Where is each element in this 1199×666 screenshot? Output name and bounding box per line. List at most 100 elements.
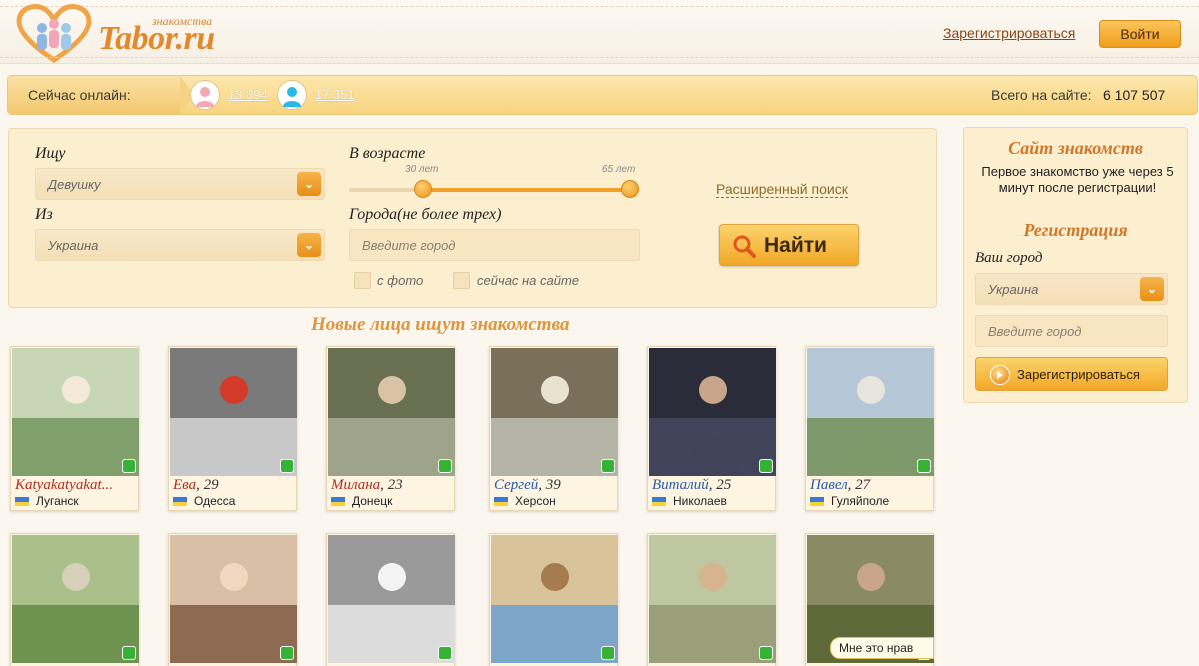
sidebar-country-value: Украина <box>988 282 1039 297</box>
profile-photo[interactable] <box>491 535 618 663</box>
sidebar-city-input[interactable] <box>975 315 1168 347</box>
sidebar-register-button[interactable]: Зарегистрироваться <box>975 357 1168 391</box>
online-status-icon <box>438 459 452 473</box>
cities-label: Города(не более трех) <box>349 206 502 223</box>
male-avatar-icon <box>277 80 307 110</box>
profile-photo[interactable] <box>491 348 618 476</box>
age-min-label: 30 лет <box>405 164 439 175</box>
registration-sidebar: Сайт знакомств Первое знакомство уже чер… <box>963 127 1188 403</box>
profile-card[interactable] <box>10 533 139 666</box>
profile-card[interactable] <box>647 533 776 666</box>
logo-heart-icon <box>16 4 92 64</box>
profile-name-text[interactable]: Милана <box>331 477 380 493</box>
new-faces-heading: Новые лица ищут знакомства <box>311 314 570 335</box>
profile-card[interactable]: Виталий, 25 Николаев <box>647 346 776 511</box>
profile-name[interactable]: Виталий, 25 <box>652 477 775 494</box>
chevron-down-icon: ⌄ <box>297 172 321 196</box>
with-photo-checkbox[interactable] <box>354 272 371 289</box>
profile-photo[interactable] <box>12 348 139 476</box>
age-label: В возрасте <box>349 145 426 162</box>
profile-name-text[interactable]: Katyakatyakat... <box>15 477 113 493</box>
seek-select-value: Девушку <box>48 177 101 192</box>
total-value: 6 107 507 <box>1103 87 1166 103</box>
profile-card[interactable]: Katyakatyakat... Луганск <box>10 346 139 511</box>
chevron-down-icon: ⌄ <box>1140 277 1164 301</box>
profile-age: , 29 <box>196 477 219 493</box>
online-now-label: сейчас на сайте <box>477 273 580 288</box>
advanced-search-link[interactable]: Расширенный поиск <box>716 181 848 198</box>
mobile-status-icon <box>601 459 615 473</box>
online-now-checkbox[interactable] <box>453 272 470 289</box>
profile-name[interactable]: Ева, 29 <box>173 477 296 494</box>
ukraine-flag-icon <box>810 497 824 506</box>
profile-name-text[interactable]: Виталий <box>652 477 709 493</box>
mobile-status-icon <box>122 646 136 660</box>
profile-name-text[interactable]: Ева <box>173 477 196 493</box>
ukraine-flag-icon <box>494 497 508 506</box>
profile-name[interactable]: Павел, 27 <box>810 477 933 494</box>
profile-card[interactable] <box>489 533 618 666</box>
profile-photo[interactable] <box>649 348 776 476</box>
country-select-value: Украина <box>48 238 99 253</box>
profile-card[interactable]: Павел, 27 Гуляйполе <box>805 346 934 511</box>
mobile-status-icon <box>280 459 294 473</box>
logo-text: Tabor.ru <box>98 20 215 57</box>
profile-city: Гуляйполе <box>831 494 890 508</box>
profile-name-text[interactable]: Павел <box>810 477 848 493</box>
profile-photo[interactable] <box>170 348 297 476</box>
profile-city: Одесса <box>194 494 236 508</box>
from-label: Из <box>35 206 53 223</box>
profile-name[interactable]: Милана, 23 <box>331 477 454 494</box>
search-panel: Ищу Девушку ⌄ Из Украина ⌄ В возрасте 30… <box>8 128 937 308</box>
header-register-link[interactable]: Зарегистрироваться <box>943 25 1075 41</box>
profile-card[interactable] <box>168 533 297 666</box>
ukraine-flag-icon <box>15 497 29 506</box>
profile-card[interactable]: Милана, 23 Донецк <box>326 346 455 511</box>
seek-label: Ищу <box>35 145 66 162</box>
find-button[interactable]: Найти <box>719 224 859 266</box>
profile-photo[interactable] <box>328 535 455 663</box>
profile-photo[interactable] <box>649 535 776 663</box>
age-slider-fill <box>423 188 639 192</box>
your-city-label: Ваш город <box>975 250 1043 266</box>
profile-city: Донецк <box>352 494 393 508</box>
profile-photo[interactable] <box>12 535 139 663</box>
sidebar-text: Первое знакомство уже через 5 минут посл… <box>981 164 1174 195</box>
ukraine-flag-icon <box>652 497 666 506</box>
profile-age: , 27 <box>847 477 871 493</box>
site-logo[interactable]: знакомства Tabor.ru <box>14 2 244 64</box>
profile-photo[interactable] <box>328 348 455 476</box>
profile-card[interactable]: Ева, 29 Одесса <box>168 346 297 511</box>
sidebar-title: Сайт знакомств <box>1008 138 1143 158</box>
profile-city: Николаев <box>673 494 727 508</box>
online-label-wrap: Сейчас онлайн: <box>8 76 194 114</box>
profile-photo[interactable] <box>170 535 297 663</box>
online-label: Сейчас онлайн: <box>28 87 131 103</box>
country-select[interactable]: Украина ⌄ <box>35 229 325 261</box>
age-slider[interactable]: 30 лет 65 лет <box>349 164 639 198</box>
online-women-count[interactable]: 13 394 <box>228 87 268 102</box>
online-men-count[interactable]: 17 351 <box>315 87 355 102</box>
age-max-thumb[interactable] <box>621 180 639 198</box>
online-status-icon <box>601 646 615 660</box>
seek-select[interactable]: Девушку ⌄ <box>35 168 325 200</box>
like-tooltip: Мне это нрав <box>830 637 934 659</box>
chevron-down-icon: ⌄ <box>297 233 321 257</box>
total-label: Всего на сайте: <box>991 87 1092 103</box>
mobile-status-icon <box>759 646 773 660</box>
login-button[interactable]: Войти <box>1099 20 1181 48</box>
profile-name[interactable]: Сергей, 39 <box>494 477 617 494</box>
sidebar-country-select[interactable]: Украина ⌄ <box>975 273 1168 305</box>
profile-card[interactable]: Сергей, 39 Херсон <box>489 346 618 511</box>
profile-age: , 23 <box>380 477 403 493</box>
profile-card[interactable] <box>326 533 455 666</box>
profile-city: Херсон <box>515 494 556 508</box>
age-min-thumb[interactable] <box>414 180 433 198</box>
arrow-right-icon <box>990 365 1010 385</box>
age-max-label: 65 лет <box>602 164 636 175</box>
profile-age: , 25 <box>708 477 732 493</box>
profile-name[interactable]: Katyakatyakat... <box>15 477 138 494</box>
profile-name-text[interactable]: Сергей <box>494 477 538 493</box>
profile-photo[interactable] <box>807 348 934 476</box>
city-search-input[interactable] <box>349 229 640 261</box>
